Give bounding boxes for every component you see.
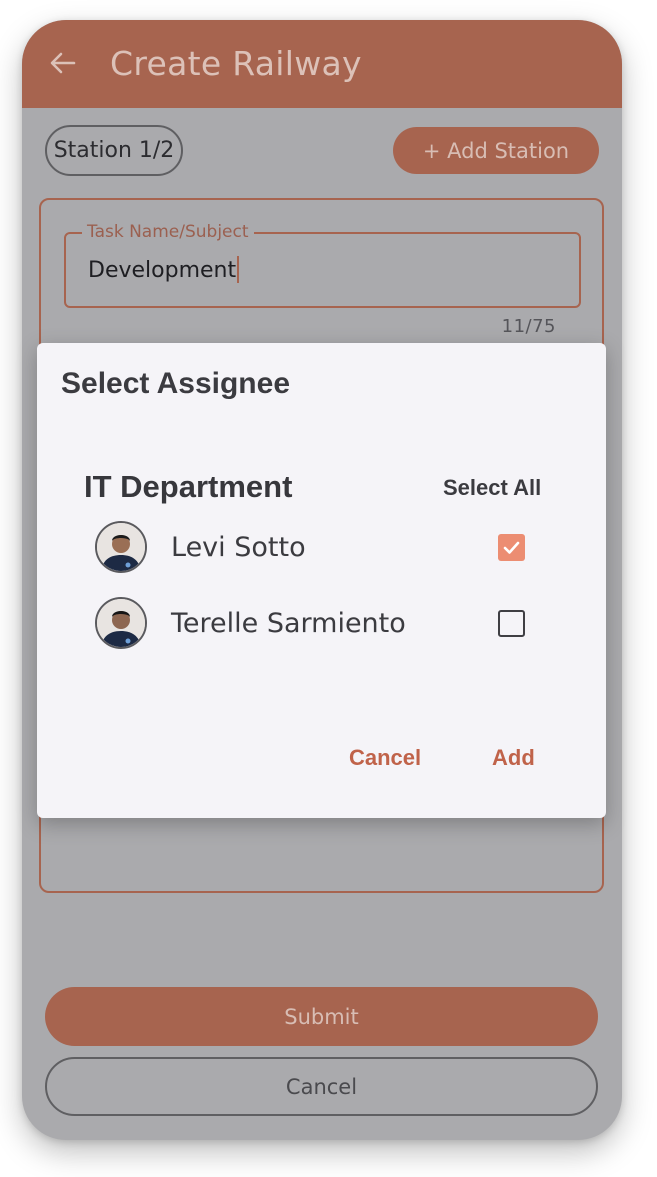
task-name-value: Development bbox=[88, 258, 237, 283]
assignee-row[interactable]: Terelle Sarmiento bbox=[95, 597, 555, 649]
assignee-row[interactable]: Levi Sotto bbox=[95, 521, 555, 573]
assignee-name: Terelle Sarmiento bbox=[171, 608, 406, 639]
task-name-input[interactable]: Development bbox=[88, 256, 240, 283]
character-counter: 11/75 bbox=[501, 316, 556, 337]
assignee-name: Levi Sotto bbox=[171, 532, 306, 563]
add-station-button[interactable]: + Add Station bbox=[393, 127, 599, 174]
dialog-add-button[interactable]: Add bbox=[492, 745, 535, 771]
cancel-button[interactable]: Cancel bbox=[45, 1057, 598, 1116]
dialog-cancel-button[interactable]: Cancel bbox=[349, 745, 421, 771]
checkbox-unchecked-icon[interactable] bbox=[498, 610, 525, 637]
arrow-left-icon[interactable] bbox=[48, 48, 78, 78]
select-assignee-dialog: Select Assignee IT Department Select All… bbox=[37, 343, 606, 818]
task-name-label: Task Name/Subject bbox=[82, 222, 254, 242]
page-title: Create Railway bbox=[110, 44, 362, 83]
app-header: Create Railway bbox=[22, 20, 622, 108]
task-name-field[interactable]: Task Name/Subject Development bbox=[64, 222, 581, 308]
submit-button[interactable]: Submit bbox=[45, 987, 598, 1046]
station-chip[interactable]: Station 1/2 bbox=[45, 125, 183, 176]
dialog-title: Select Assignee bbox=[61, 367, 290, 400]
checkbox-checked-icon[interactable] bbox=[498, 534, 525, 561]
text-caret bbox=[237, 256, 240, 283]
department-name: IT Department bbox=[84, 469, 293, 504]
select-all-button[interactable]: Select All bbox=[443, 475, 541, 501]
user-photo-avatar bbox=[95, 597, 147, 649]
user-photo-avatar bbox=[95, 521, 147, 573]
